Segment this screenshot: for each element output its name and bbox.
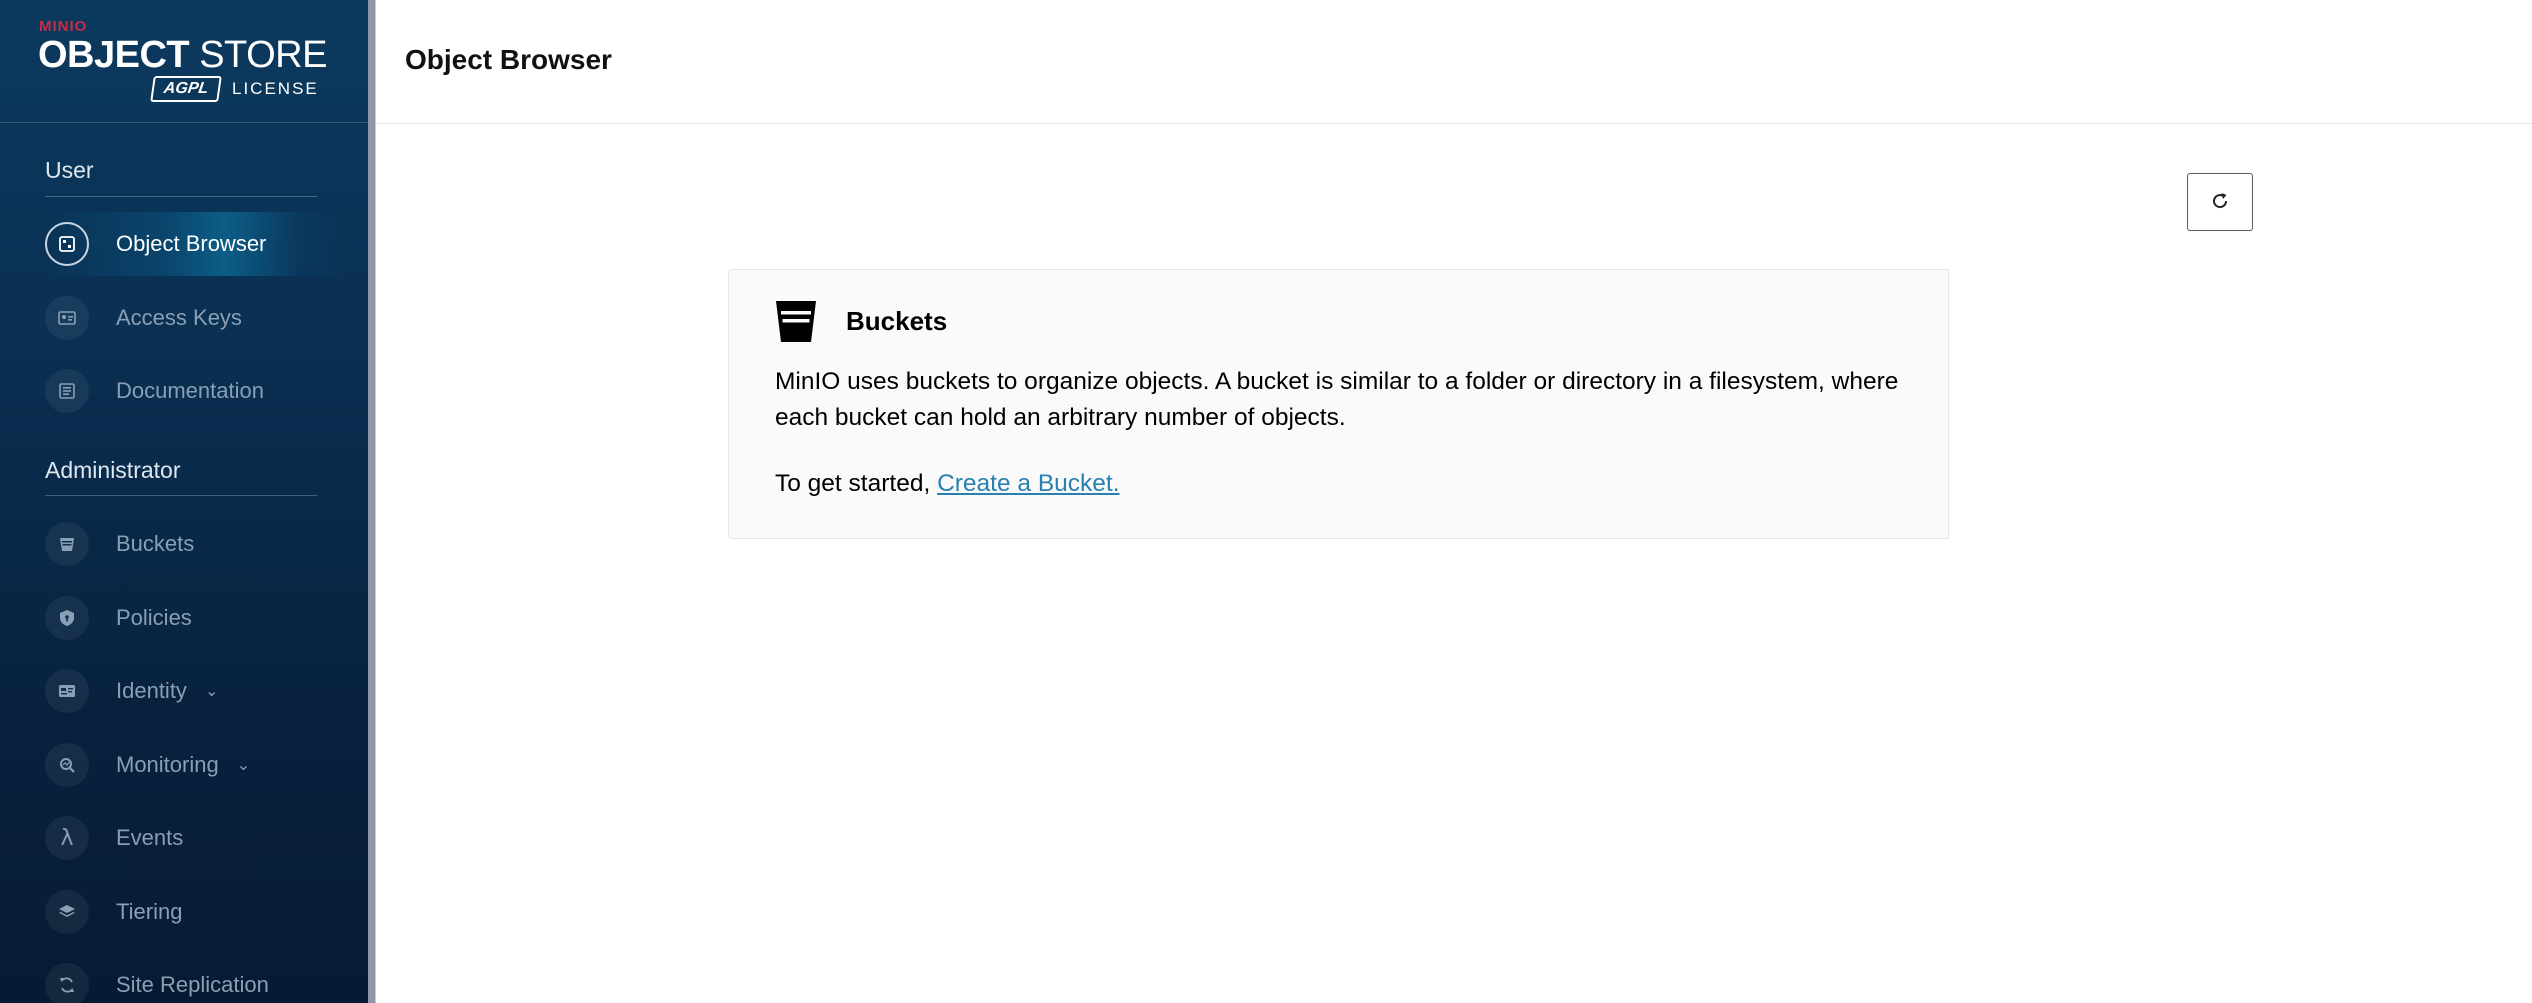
documentation-icon — [45, 369, 89, 413]
section-divider-administrator — [45, 495, 317, 496]
sidebar-item-buckets[interactable]: Buckets — [0, 512, 368, 576]
sidebar-item-policies[interactable]: Policies — [0, 586, 368, 650]
logo-divider — [0, 122, 368, 123]
sidebar-item-events[interactable]: λ Events — [0, 806, 368, 870]
sidebar-item-label: Identity ⌄ — [116, 678, 219, 703]
section-title-user: User — [45, 157, 94, 183]
sidebar-item-site-replication[interactable]: Site Replication — [0, 953, 368, 1003]
sidebar-item-label: Policies — [116, 605, 192, 630]
chevron-down-icon: ⌄ — [236, 757, 251, 774]
sidebar-item-identity[interactable]: Identity ⌄ — [0, 659, 368, 723]
page-header: Object Browser — [376, 0, 2532, 124]
refresh-button[interactable] — [2187, 173, 2253, 231]
sidebar-item-label: Buckets — [116, 531, 195, 556]
monitoring-icon — [45, 743, 89, 787]
access-keys-icon — [45, 296, 89, 340]
empty-state-card: Buckets MinIO uses buckets to organize o… — [728, 269, 1949, 539]
logo-brand: MINIO — [39, 18, 88, 35]
cta-prefix: To get started, — [775, 470, 938, 497]
sidebar-item-label: Site Replication — [116, 972, 269, 997]
chevron-down-icon: ⌄ — [204, 683, 219, 700]
sidebar-item-monitoring[interactable]: Monitoring ⌄ — [0, 733, 368, 797]
sidebar-item-label: Documentation — [116, 378, 264, 403]
sidebar-item-label: Events — [116, 825, 184, 850]
sidebar-item-tiering[interactable]: Tiering — [0, 880, 368, 944]
sidebar-item-object-browser[interactable]: Object Browser — [45, 212, 345, 276]
section-divider-user — [45, 196, 317, 197]
replication-icon — [45, 963, 89, 1003]
page-title: Object Browser — [405, 44, 612, 75]
empty-state-description: MinIO uses buckets to organize objects. … — [775, 368, 1899, 431]
sidebar-resize-handle[interactable] — [368, 0, 376, 1003]
sidebar-item-access-keys[interactable]: Access Keys — [0, 286, 368, 350]
sidebar: MINIO OBJECT STORE AGPL LICENSE User Obj… — [0, 0, 368, 1003]
layers-icon — [45, 890, 89, 934]
sidebar-item-label: Object Browser — [116, 231, 267, 256]
sidebar-item-label: Access Keys — [116, 305, 242, 330]
bucket-icon — [45, 522, 89, 566]
minio-logo[interactable]: MINIO OBJECT STORE AGPL LICENSE — [38, 18, 338, 108]
agpl-badge: AGPL — [150, 76, 222, 102]
lambda-icon: λ — [45, 816, 89, 860]
logo-license-row: AGPL LICENSE — [150, 76, 319, 102]
sidebar-item-label: Monitoring ⌄ — [116, 752, 251, 777]
object-browser-icon — [45, 222, 89, 266]
logo-title: OBJECT STORE — [38, 34, 327, 76]
empty-state-title: Buckets — [846, 306, 948, 336]
section-title-administrator: Administrator — [45, 457, 181, 483]
refresh-icon — [2209, 190, 2231, 215]
sidebar-item-documentation[interactable]: Documentation — [0, 359, 368, 423]
create-bucket-link[interactable]: Create a Bucket. — [937, 470, 1119, 497]
empty-state-cta: To get started, Create a Bucket. — [775, 470, 1120, 498]
bucket-icon — [775, 299, 817, 348]
logo-license: LICENSE — [232, 79, 319, 98]
sidebar-item-label: Tiering — [116, 899, 183, 924]
shield-icon — [45, 596, 89, 640]
id-card-icon — [45, 669, 89, 713]
